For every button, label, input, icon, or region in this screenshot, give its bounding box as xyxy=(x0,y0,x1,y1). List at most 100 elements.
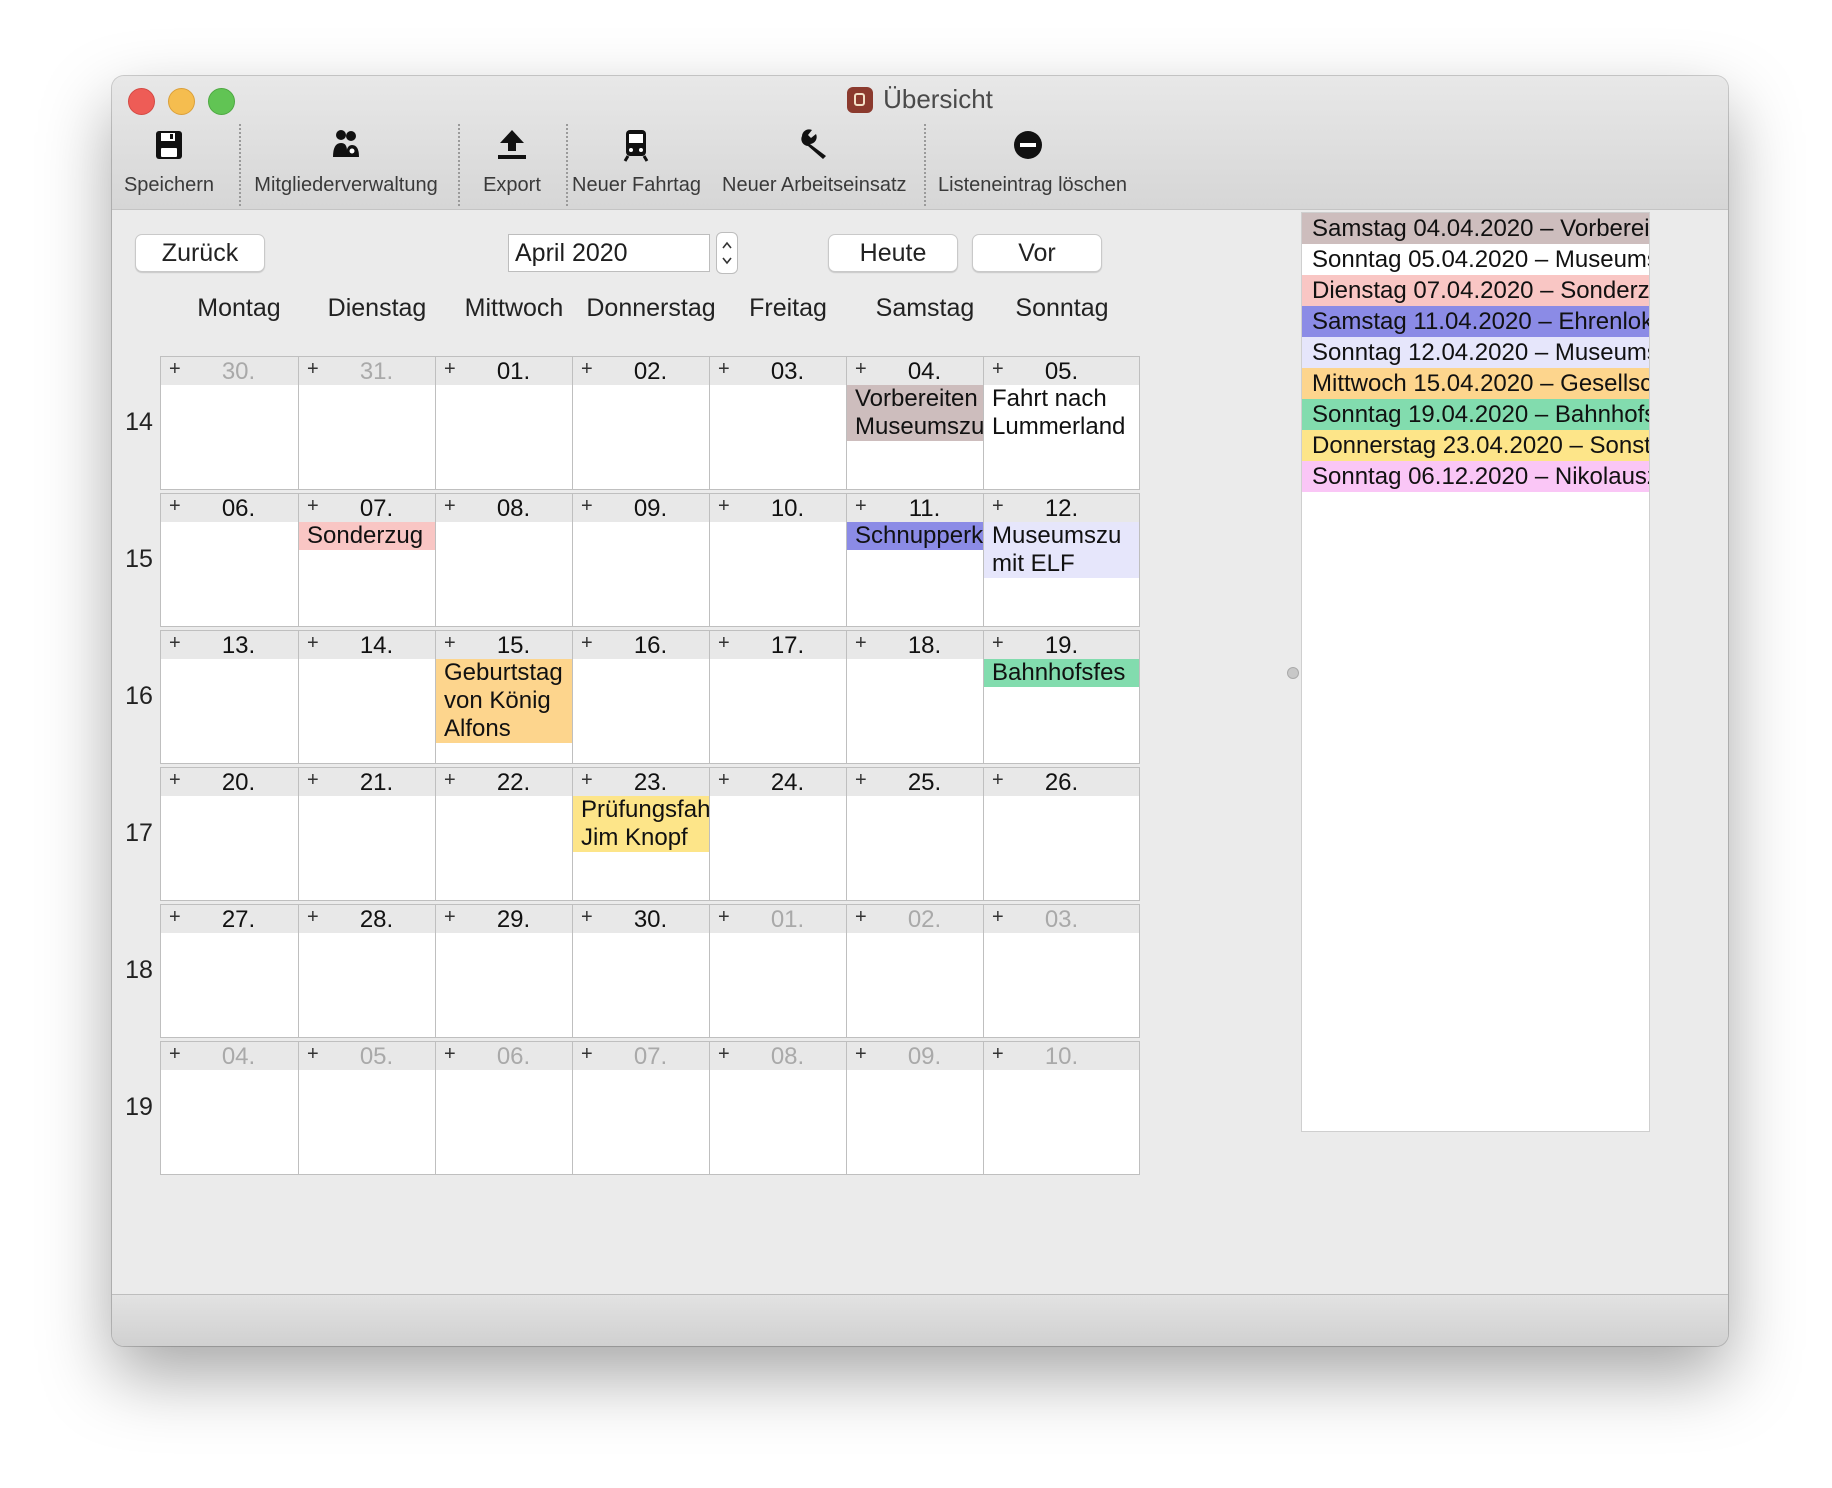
event-list-item[interactable]: Sonntag 12.04.2020 – Museumszug xyxy=(1302,337,1649,368)
day-cell[interactable]: 06. + xyxy=(160,493,317,627)
add-event-icon[interactable]: + xyxy=(581,495,593,518)
add-event-icon[interactable]: + xyxy=(992,495,1004,518)
day-cell[interactable]: 27. + xyxy=(160,904,317,1038)
add-event-icon[interactable]: + xyxy=(169,632,181,655)
day-cell[interactable]: 25. + xyxy=(846,767,1003,901)
new-work-assignment-button[interactable]: Neuer Arbeitseinsatz xyxy=(722,124,907,197)
add-event-icon[interactable]: + xyxy=(169,906,181,929)
day-cell[interactable]: 31. + xyxy=(298,356,455,490)
add-event-icon[interactable]: + xyxy=(444,358,456,381)
event-list-item[interactable]: Samstag 11.04.2020 – Ehrenlokführer xyxy=(1302,306,1649,337)
event-list-item[interactable]: Donnerstag 23.04.2020 – Sonstiges xyxy=(1302,430,1649,461)
event-list-item[interactable]: Sonntag 06.12.2020 – Nikolauszug xyxy=(1302,461,1649,492)
day-cell[interactable]: 17. + xyxy=(709,630,866,764)
calendar-event[interactable]: Geburtstag von König Alfons xyxy=(436,659,591,743)
back-button[interactable]: Zurück xyxy=(135,234,265,272)
day-cell[interactable]: 04. + xyxy=(160,1041,317,1175)
calendar-event[interactable]: Museumszu mit ELF xyxy=(984,522,1139,578)
calendar-event[interactable]: Sonderzug xyxy=(299,522,454,550)
month-stepper[interactable] xyxy=(716,232,738,274)
add-event-icon[interactable]: + xyxy=(718,495,730,518)
day-cell[interactable]: 04. + Vorbereiten Museumszu xyxy=(846,356,1003,490)
day-cell[interactable]: 30. + xyxy=(160,356,317,490)
calendar-event[interactable]: Bahnhofsfes xyxy=(984,659,1139,687)
day-cell[interactable]: 02. + xyxy=(846,904,1003,1038)
day-cell[interactable]: 07. + Sonderzug xyxy=(298,493,455,627)
calendar-event[interactable]: Schnupperk xyxy=(847,522,1002,550)
calendar-event[interactable]: Prüfungsfah Jim Knopf xyxy=(573,796,728,852)
day-cell[interactable]: 08. + xyxy=(709,1041,866,1175)
forward-button[interactable]: Vor xyxy=(972,234,1102,272)
day-cell[interactable]: 09. + xyxy=(572,493,729,627)
day-cell[interactable]: 13. + xyxy=(160,630,317,764)
add-event-icon[interactable]: + xyxy=(855,358,867,381)
day-cell[interactable]: 15. + Geburtstag von König Alfons xyxy=(435,630,592,764)
add-event-icon[interactable]: + xyxy=(992,358,1004,381)
day-cell[interactable]: 09. + xyxy=(846,1041,1003,1175)
add-event-icon[interactable]: + xyxy=(992,769,1004,792)
add-event-icon[interactable]: + xyxy=(581,1043,593,1066)
day-cell[interactable]: 18. + xyxy=(846,630,1003,764)
add-event-icon[interactable]: + xyxy=(581,358,593,381)
add-event-icon[interactable]: + xyxy=(307,906,319,929)
event-list[interactable]: Samstag 04.04.2020 – Vorbereiten Museums… xyxy=(1301,212,1650,1132)
day-cell[interactable]: 01. + xyxy=(709,904,866,1038)
add-event-icon[interactable]: + xyxy=(444,632,456,655)
add-event-icon[interactable]: + xyxy=(718,906,730,929)
add-event-icon[interactable]: + xyxy=(855,632,867,655)
day-cell[interactable]: 07. + xyxy=(572,1041,729,1175)
add-event-icon[interactable]: + xyxy=(307,495,319,518)
today-button[interactable]: Heute xyxy=(828,234,958,272)
day-cell[interactable]: 24. + xyxy=(709,767,866,901)
day-cell[interactable]: 20. + xyxy=(160,767,317,901)
day-cell[interactable]: 28. + xyxy=(298,904,455,1038)
event-list-item[interactable]: Sonntag 05.04.2020 – Museumszug xyxy=(1302,244,1649,275)
day-cell[interactable]: 05. + xyxy=(298,1041,455,1175)
add-event-icon[interactable]: + xyxy=(581,632,593,655)
day-cell[interactable]: 30. + xyxy=(572,904,729,1038)
add-event-icon[interactable]: + xyxy=(169,1043,181,1066)
save-button[interactable]: Speichern xyxy=(112,124,226,197)
day-cell[interactable]: 11. + Schnupperk xyxy=(846,493,1003,627)
add-event-icon[interactable]: + xyxy=(855,906,867,929)
day-cell[interactable]: 08. + xyxy=(435,493,592,627)
day-cell[interactable]: 29. + xyxy=(435,904,592,1038)
export-button[interactable]: Export xyxy=(462,124,562,197)
add-event-icon[interactable]: + xyxy=(855,495,867,518)
add-event-icon[interactable]: + xyxy=(855,769,867,792)
add-event-icon[interactable]: + xyxy=(169,769,181,792)
day-cell[interactable]: 03. + xyxy=(983,904,1140,1038)
day-cell[interactable]: 14. + xyxy=(298,630,455,764)
member-management-button[interactable]: Mitgliederverwaltung xyxy=(242,124,450,197)
add-event-icon[interactable]: + xyxy=(307,358,319,381)
day-cell[interactable]: 23. + Prüfungsfah Jim Knopf xyxy=(572,767,729,901)
day-cell[interactable]: 03. + xyxy=(709,356,866,490)
add-event-icon[interactable]: + xyxy=(444,906,456,929)
add-event-icon[interactable]: + xyxy=(718,769,730,792)
add-event-icon[interactable]: + xyxy=(169,358,181,381)
calendar-event[interactable]: Vorbereiten Museumszu xyxy=(847,385,1002,441)
delete-list-entry-button[interactable]: Listeneintrag löschen xyxy=(938,124,1127,197)
add-event-icon[interactable]: + xyxy=(718,358,730,381)
day-cell[interactable]: 22. + xyxy=(435,767,592,901)
add-event-icon[interactable]: + xyxy=(444,769,456,792)
event-list-item[interactable]: Dienstag 07.04.2020 – Sonderzug xyxy=(1302,275,1649,306)
day-cell[interactable]: 06. + xyxy=(435,1041,592,1175)
add-event-icon[interactable]: + xyxy=(169,495,181,518)
day-cell[interactable]: 05. + Fahrt nach Lummerland xyxy=(983,356,1140,490)
add-event-icon[interactable]: + xyxy=(444,495,456,518)
add-event-icon[interactable]: + xyxy=(307,632,319,655)
event-list-item[interactable]: Mittwoch 15.04.2020 – Gesellschaft xyxy=(1302,368,1649,399)
day-cell[interactable]: 10. + xyxy=(709,493,866,627)
day-cell[interactable]: 12. + Museumszu mit ELF xyxy=(983,493,1140,627)
event-list-item[interactable]: Samstag 04.04.2020 – Vorbereiten Museums… xyxy=(1302,213,1649,244)
add-event-icon[interactable]: + xyxy=(581,906,593,929)
day-cell[interactable]: 16. + xyxy=(572,630,729,764)
calendar-event[interactable]: Fahrt nach Lummerland xyxy=(984,385,1139,441)
add-event-icon[interactable]: + xyxy=(307,769,319,792)
day-cell[interactable]: 01. + xyxy=(435,356,592,490)
day-cell[interactable]: 26. + xyxy=(983,767,1140,901)
add-event-icon[interactable]: + xyxy=(718,1043,730,1066)
day-cell[interactable]: 10. + xyxy=(983,1041,1140,1175)
add-event-icon[interactable]: + xyxy=(855,1043,867,1066)
